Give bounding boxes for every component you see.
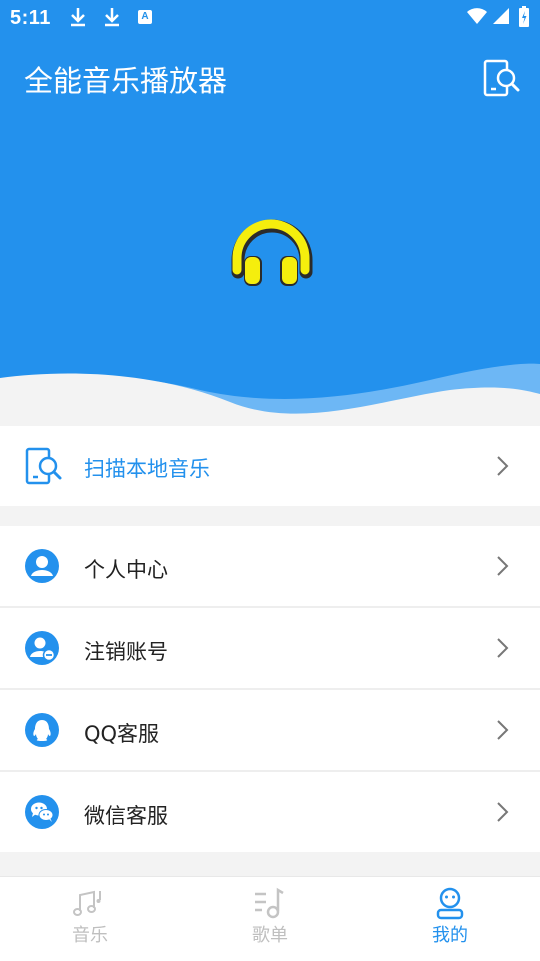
menu-item-wechat-service[interactable]: 微信客服 — [0, 772, 540, 852]
menu-item-qq-service[interactable]: QQ客服 — [0, 690, 540, 770]
menu-item-label: QQ客服 — [84, 722, 160, 746]
battery-icon — [519, 6, 529, 27]
profile-icon — [436, 887, 464, 920]
music-note-icon — [73, 890, 101, 916]
status-time: 5:11 — [10, 7, 51, 29]
menu-item-cancel-account[interactable]: 注销账号 — [0, 608, 540, 688]
headphones-icon — [231, 219, 313, 286]
notification-badge: A — [138, 10, 152, 24]
scan-music-icon[interactable] — [482, 58, 522, 98]
playlist-icon — [255, 887, 284, 919]
chevron-right-icon — [497, 720, 509, 740]
wifi-icon — [467, 8, 487, 24]
chevron-right-icon — [497, 802, 509, 822]
tab-label: 歌单 — [252, 925, 288, 946]
chevron-right-icon — [497, 638, 509, 658]
status-bar: 5:11 A — [0, 0, 540, 36]
tab-label: 我的 — [432, 925, 468, 946]
tab-mine[interactable]: 我的 — [360, 877, 540, 961]
wave-decoration — [0, 363, 540, 426]
menu-item-label: 个人中心 — [84, 558, 168, 582]
tab-label: 音乐 — [72, 925, 108, 946]
app-title: 全能音乐播放器 — [24, 64, 228, 98]
signal-icon — [493, 8, 509, 24]
scan-local-music-label: 扫描本地音乐 — [84, 457, 210, 481]
qq-icon — [25, 713, 59, 747]
menu-item-label: 注销账号 — [84, 640, 168, 664]
menu-item-label: 微信客服 — [84, 804, 168, 828]
header-banner: 全能音乐播放器 — [0, 0, 540, 426]
menu-item-personal-center[interactable]: 个人中心 — [0, 526, 540, 606]
chevron-right-icon — [497, 556, 509, 576]
wechat-icon — [25, 795, 59, 829]
user-icon — [25, 549, 59, 583]
scan-music-icon — [25, 447, 62, 485]
tab-playlist[interactable]: 歌单 — [180, 877, 360, 961]
bottom-tab-bar: 音乐 歌单 我的 — [0, 876, 540, 961]
user-remove-icon — [25, 631, 59, 665]
download-icon — [105, 8, 119, 27]
tab-music[interactable]: 音乐 — [0, 877, 180, 961]
chevron-right-icon — [497, 456, 509, 476]
download-icon — [71, 8, 85, 27]
scan-local-music-row[interactable]: 扫描本地音乐 — [0, 426, 540, 506]
